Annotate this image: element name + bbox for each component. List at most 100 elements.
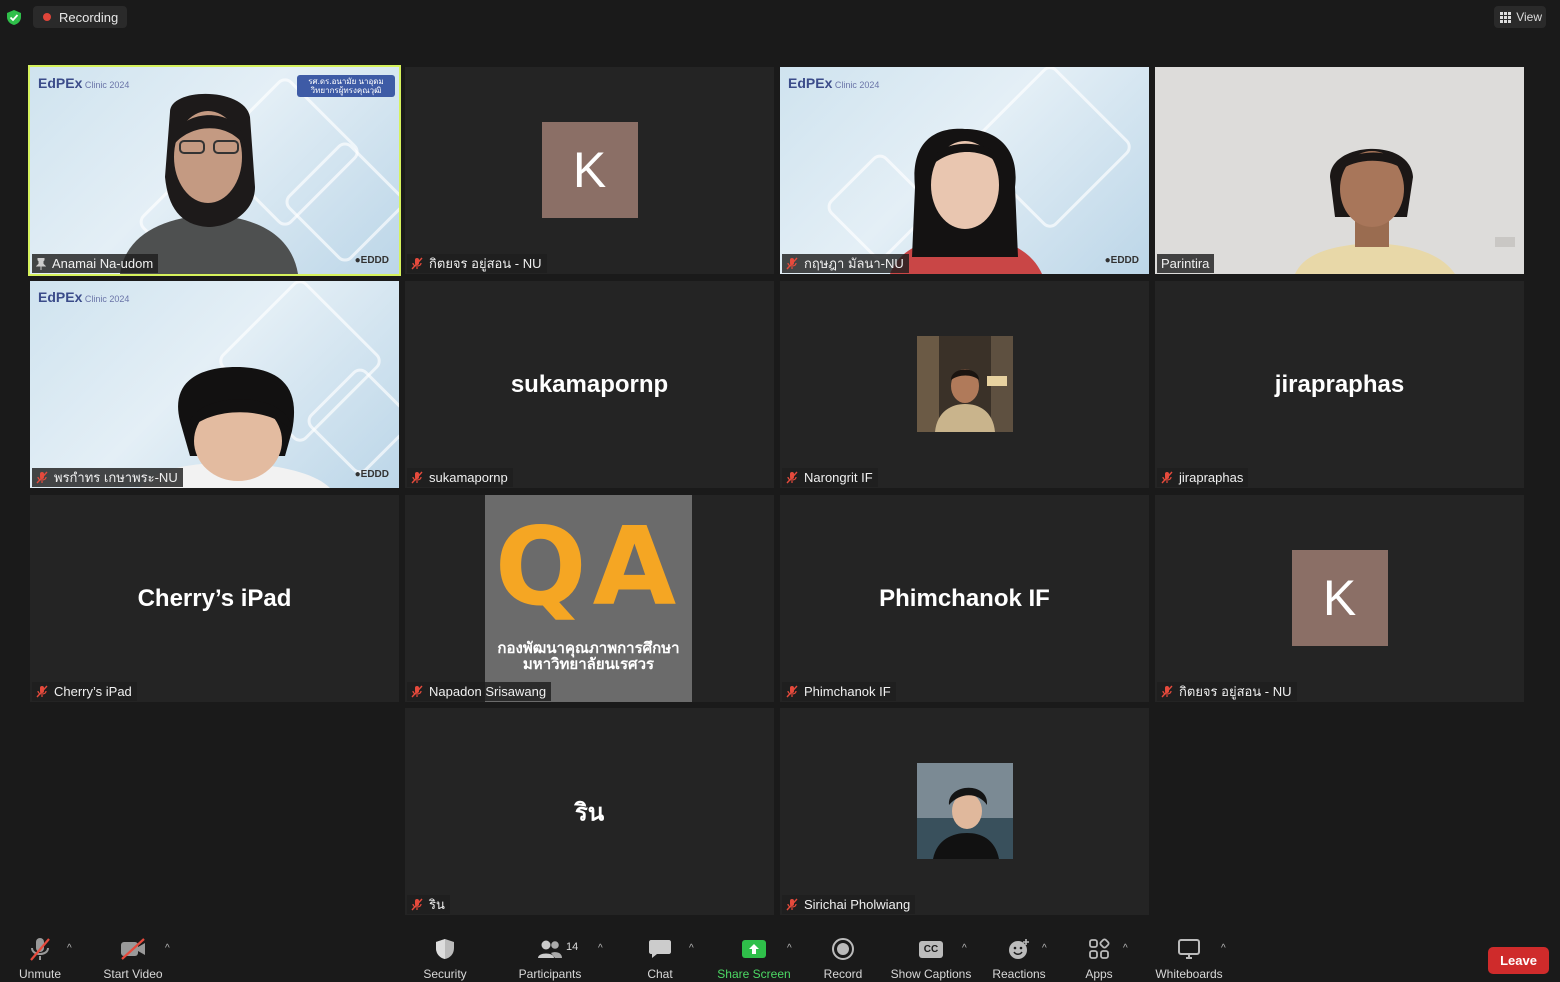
avatar: K: [541, 122, 638, 218]
mic-muted-icon: [1161, 685, 1173, 698]
video-options-chevron-icon[interactable]: ^: [165, 943, 170, 954]
show-captions-label: Show Captions: [890, 967, 972, 981]
qa-logo-subtitle: กองพัฒนาคุณภาพการศึกษา มหาวิทยาลัยนเรศวร: [485, 641, 692, 673]
video-tile-kittiyajorn-2[interactable]: K กิตยจร อยู่สอน - NU: [1155, 495, 1524, 702]
video-tile-parintira[interactable]: Parintira: [1155, 67, 1524, 274]
qa-subtitle-line-1: กองพัฒนาคุณภาพการศึกษา: [497, 640, 680, 657]
record-button[interactable]: Record: [820, 936, 866, 981]
start-video-button[interactable]: Start Video: [100, 936, 166, 981]
whiteboards-label: Whiteboards: [1155, 967, 1223, 981]
participant-name: sukamapornp: [429, 470, 508, 485]
display-name: ริน: [574, 799, 605, 826]
participant-namebar: Cherry’s iPad: [32, 682, 137, 701]
mic-muted-icon: [411, 257, 423, 270]
grid-icon: [1500, 11, 1512, 23]
recording-label: Recording: [59, 9, 119, 25]
share-screen-icon: [742, 940, 766, 958]
video-tile-rin[interactable]: ริน ริน: [405, 708, 774, 915]
video-tile-sukamapornp[interactable]: sukamapornp sukamapornp: [405, 281, 774, 488]
video-tile-anamai[interactable]: EdPEx Clinic 2024 รศ.ดร.อนามัย นาอุดม วิ…: [28, 65, 401, 276]
security-label: Security: [423, 967, 467, 981]
reactions-label: Reactions: [992, 967, 1046, 981]
video-tile-sirichai[interactable]: Sirichai Pholwiang: [780, 708, 1149, 915]
mic-muted-icon: [1161, 471, 1173, 484]
participant-name: กฤษฎา มัลนา-NU: [804, 256, 904, 271]
participants-icon: [538, 940, 562, 958]
participant-namebar: กิตยจร อยู่สอน - NU: [407, 254, 547, 273]
profile-photo: [916, 763, 1013, 859]
mic-muted-icon: [786, 898, 798, 911]
participant-name: Narongrit IF: [804, 470, 873, 485]
participants-options-chevron-icon[interactable]: ^: [598, 943, 603, 954]
mic-muted-icon: [786, 257, 798, 270]
participant-namebar: ริน: [407, 895, 450, 914]
audio-options-chevron-icon[interactable]: ^: [67, 943, 72, 954]
participant-namebar: Anamai Na-udom: [32, 254, 159, 273]
leave-button[interactable]: Leave: [1488, 947, 1549, 974]
participant-namebar: Sirichai Pholwiang: [782, 895, 916, 914]
participant-name: Cherry’s iPad: [54, 684, 132, 699]
video-tile-krisada[interactable]: EdPEx Clinic 2024 ●EDDD กฤษฎา มัลนา-NU: [780, 67, 1149, 274]
video-tile-napadon[interactable]: QA กองพัฒนาคุณภาพการศึกษา มหาวิทยาลัยนเร…: [405, 495, 774, 702]
avatar: K: [1291, 550, 1388, 646]
meeting-toolbar: Unmute ^ Start Video ^ Security Particip…: [0, 926, 1560, 982]
chat-button[interactable]: Chat: [640, 936, 680, 981]
participants-count: 14: [566, 941, 579, 953]
recording-indicator[interactable]: Recording: [33, 6, 128, 28]
pin-icon: [36, 257, 46, 270]
security-shield-icon: [436, 939, 454, 959]
security-button[interactable]: Security: [418, 936, 472, 981]
video-tile-jirapraphas[interactable]: jirapraphas jirapraphas: [1155, 281, 1524, 488]
video-tile-narongrit[interactable]: Narongrit IF: [780, 281, 1149, 488]
unmute-label: Unmute: [18, 967, 62, 981]
captions-options-chevron-icon[interactable]: ^: [962, 943, 967, 954]
apps-label: Apps: [1085, 967, 1113, 981]
apps-icon: [1089, 938, 1110, 959]
reactions-options-chevron-icon[interactable]: ^: [1042, 943, 1047, 954]
participants-label: Participants: [518, 967, 582, 981]
video-tile-pornkamthon[interactable]: EdPEx Clinic 2024 ●EDDD พรกำทร เกษาพระ-N…: [30, 281, 399, 488]
participant-namebar: กฤษฎา มัลนา-NU: [782, 254, 909, 273]
display-name: Phimchanok IF: [879, 584, 1050, 612]
participant-name: Phimchanok IF: [804, 684, 891, 699]
mic-muted-icon: [411, 898, 423, 911]
participant-name: Sirichai Pholwiang: [804, 897, 911, 912]
chat-bubble-icon: [649, 940, 671, 958]
participant-namebar: Narongrit IF: [782, 468, 878, 487]
record-icon: [832, 938, 854, 960]
mic-muted-icon: [411, 471, 423, 484]
reactions-button[interactable]: Reactions: [988, 936, 1050, 981]
chat-options-chevron-icon[interactable]: ^: [689, 943, 694, 954]
participant-video: [120, 93, 298, 274]
participant-namebar: sukamapornp: [407, 468, 513, 487]
whiteboard-icon: [1178, 939, 1200, 959]
top-bar: Recording View: [0, 0, 1560, 34]
participant-name: Parintira: [1161, 256, 1210, 271]
participant-namebar: Parintira: [1157, 254, 1215, 273]
participant-namebar: พรกำทร เกษาพระ-NU: [32, 468, 183, 487]
display-name: jirapraphas: [1274, 370, 1405, 398]
apps-options-chevron-icon[interactable]: ^: [1123, 943, 1128, 954]
start-video-label: Start Video: [103, 967, 163, 981]
video-off-icon: [121, 938, 145, 960]
participant-name: Napadon Srisawang: [429, 684, 547, 699]
mic-muted-icon: [30, 938, 50, 961]
view-button[interactable]: View: [1494, 6, 1546, 28]
apps-button[interactable]: Apps: [1080, 936, 1118, 981]
view-label: View: [1516, 10, 1542, 24]
share-screen-label: Share Screen: [717, 967, 791, 981]
whiteboards-options-chevron-icon[interactable]: ^: [1221, 943, 1226, 954]
participant-name: กิตยจร อยู่สอน - NU: [1179, 684, 1292, 699]
video-tile-phimchanok[interactable]: Phimchanok IF Phimchanok IF: [780, 495, 1149, 702]
share-screen-button[interactable]: Share Screen: [716, 936, 792, 981]
share-options-chevron-icon[interactable]: ^: [787, 943, 792, 954]
unmute-button[interactable]: Unmute: [14, 936, 66, 981]
video-tile-kittiyajorn[interactable]: K กิตยจร อยู่สอน - NU: [405, 67, 774, 274]
participant-name: ริน: [429, 897, 445, 912]
qa-subtitle-line-2: มหาวิทยาลัยนเรศวร: [522, 656, 655, 673]
participant-namebar: Phimchanok IF: [782, 682, 896, 701]
whiteboards-button[interactable]: Whiteboards: [1152, 936, 1226, 981]
video-tile-cherry-ipad[interactable]: Cherry’s iPad Cherry’s iPad: [30, 495, 399, 702]
encryption-shield-icon[interactable]: [7, 10, 21, 25]
record-label: Record: [823, 967, 863, 981]
